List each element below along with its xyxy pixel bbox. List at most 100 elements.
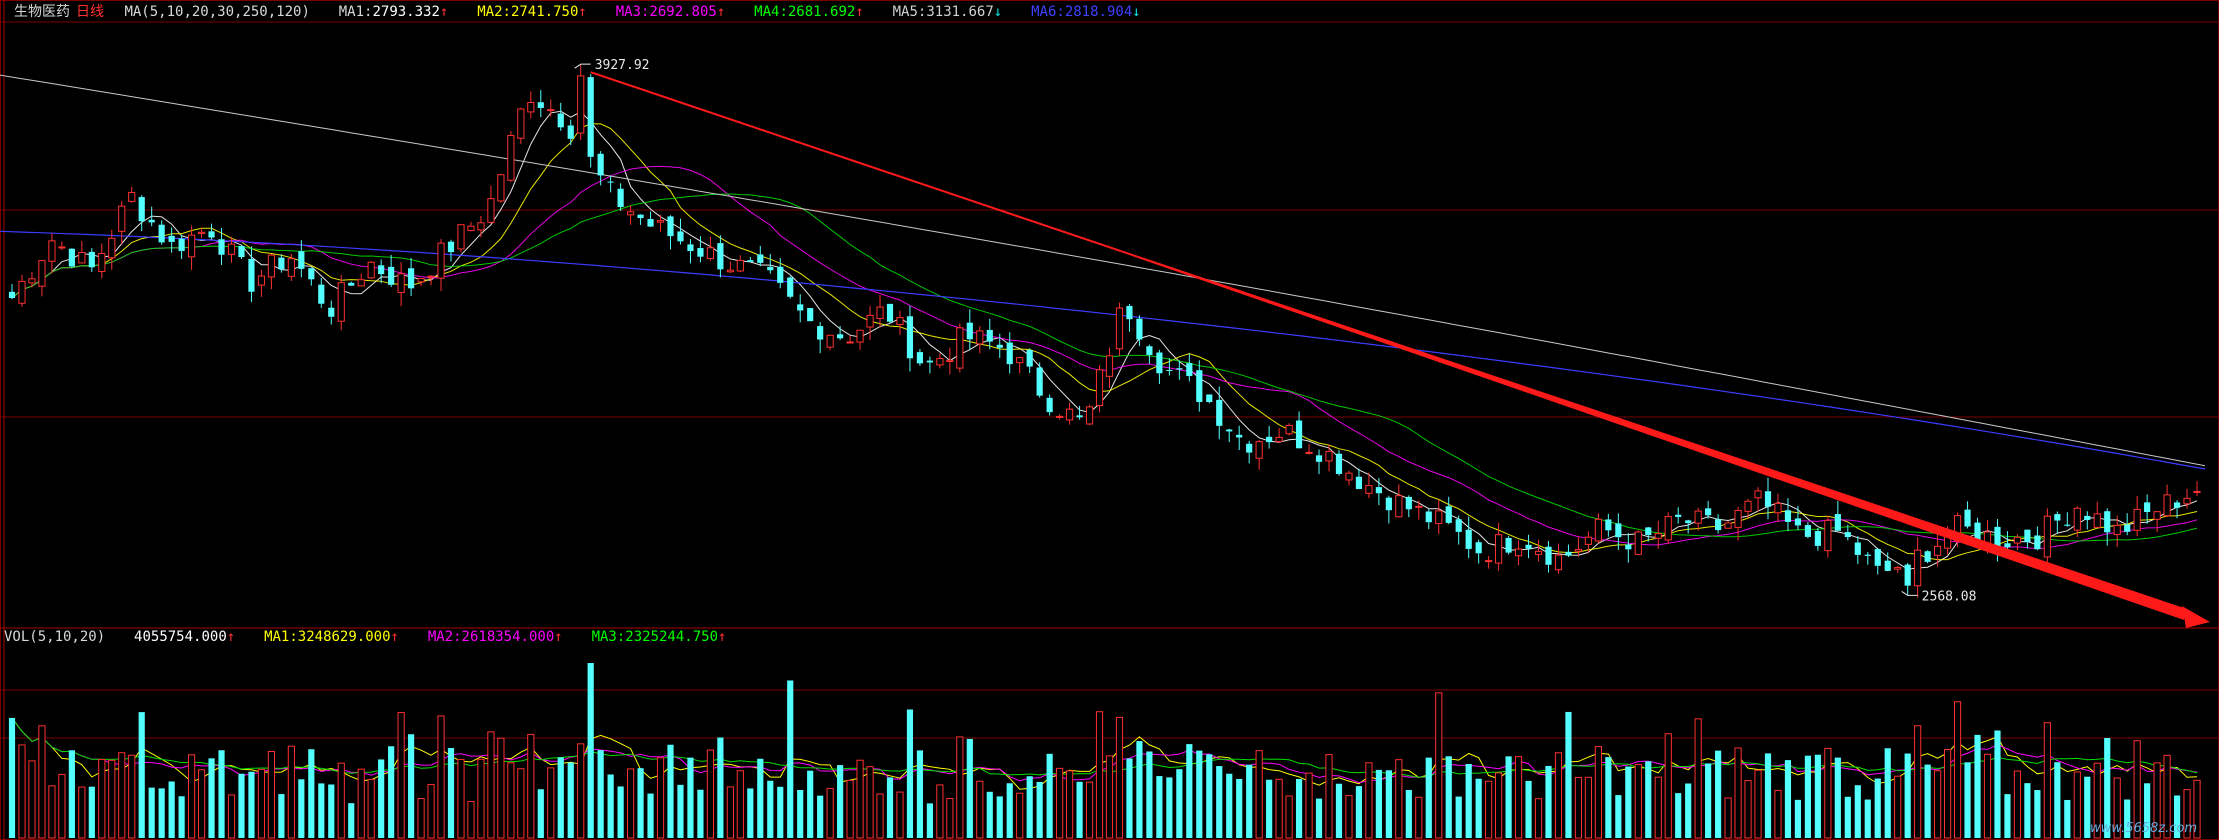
candle-down xyxy=(248,258,255,292)
candle-down xyxy=(687,244,694,252)
candle-up xyxy=(1325,450,1333,462)
candle-up xyxy=(2013,536,2022,544)
vol-ma1-label: MA1: xyxy=(264,629,298,645)
volume-bar-up xyxy=(2013,770,2022,839)
volume-bar-up xyxy=(467,801,475,839)
candle-up xyxy=(507,135,515,181)
volume-bar-up xyxy=(1754,769,1762,839)
volume-bar-down xyxy=(1874,778,1881,838)
volume-bar-down xyxy=(1335,783,1343,838)
volume-bar-up xyxy=(656,757,665,839)
volume-bar-down xyxy=(807,770,814,838)
candle-up xyxy=(18,280,26,304)
volume-bar-up xyxy=(1415,796,1423,839)
volume-bar-up xyxy=(2043,722,2051,839)
candle-down xyxy=(1295,420,1303,449)
volume-bar-up xyxy=(1495,772,1503,839)
volume-bar-up xyxy=(1584,776,1593,839)
volume-bar-up xyxy=(267,750,276,839)
ma-lines xyxy=(0,74,2206,570)
candle-down xyxy=(1804,525,1812,537)
ma3-label: MA3: xyxy=(615,4,650,20)
candle-down xyxy=(1964,509,1971,527)
volume-bar-up xyxy=(197,769,206,839)
candle-down xyxy=(308,268,315,280)
volume-bar-up xyxy=(367,778,375,839)
volume-bar-up xyxy=(976,780,984,839)
volume-bar-down xyxy=(717,737,724,838)
candle-up xyxy=(656,220,665,223)
vol-ma1-arrow: ↑ xyxy=(390,629,399,645)
volume-bar-up xyxy=(1554,752,1563,839)
candle-up xyxy=(1664,516,1672,541)
candle-down xyxy=(1385,497,1392,511)
volume-bar-down xyxy=(1425,757,1432,838)
candle-up xyxy=(1634,531,1642,555)
volume-bar-up xyxy=(1914,725,1922,839)
candle-up xyxy=(1654,533,1662,539)
volume-header: VOL(5,10,20) 4055754.000↑ MA1:3248629.00… xyxy=(4,626,726,648)
candle-down xyxy=(1864,554,1871,556)
volume-bar-up xyxy=(517,768,525,839)
volume-bar-up xyxy=(946,797,954,839)
volume-bar-down xyxy=(248,771,255,838)
candle-down xyxy=(817,326,824,340)
volume-bar-down xyxy=(158,788,165,838)
candle-down xyxy=(1715,519,1722,531)
volume-bar-down xyxy=(1226,773,1233,838)
vol-value: 4055754.000 xyxy=(134,629,227,645)
candle-down xyxy=(1625,544,1632,550)
volume-bar-up xyxy=(866,766,874,839)
candle-up xyxy=(2073,507,2081,531)
volume-bar-down xyxy=(1475,778,1482,838)
candle-down xyxy=(797,304,804,311)
candle-down xyxy=(1126,305,1133,320)
candle-down xyxy=(1006,342,1013,365)
candle-up xyxy=(1734,509,1742,528)
candle-down xyxy=(2104,511,2111,533)
volume-bar-down xyxy=(1136,741,1143,838)
watermark: www.5658z.com xyxy=(2090,821,2197,836)
volume-bar-down xyxy=(1385,770,1392,838)
candle-down xyxy=(757,254,764,263)
ma6-label: MA6: xyxy=(1031,4,1065,20)
frame xyxy=(0,0,2219,840)
kline-chart[interactable]: 3927.92 2568.08 www.5658z.com xyxy=(0,0,2219,840)
candle-down xyxy=(1176,368,1183,370)
candle-down xyxy=(537,102,544,108)
ma6-arrow: ↓ xyxy=(1132,4,1141,20)
candle-up xyxy=(367,261,375,279)
candle-down xyxy=(1266,436,1273,443)
candle-down xyxy=(587,77,594,157)
candle-up xyxy=(1085,406,1094,425)
volume-bar-up xyxy=(108,759,116,839)
candle-up xyxy=(357,279,365,287)
candle-down xyxy=(617,188,624,208)
candle-down xyxy=(298,251,305,269)
candle-up xyxy=(417,278,425,283)
volume-bar-down xyxy=(886,777,894,838)
candle-down xyxy=(218,239,225,255)
volume-bar-up xyxy=(1105,755,1114,839)
volume-bar-down xyxy=(1266,779,1273,838)
candle-up xyxy=(527,102,535,113)
candle-up xyxy=(1065,408,1074,421)
candle-down xyxy=(807,308,814,322)
candle-up xyxy=(1305,451,1313,454)
candle-up xyxy=(427,275,435,278)
volume-bar-down xyxy=(168,781,175,838)
volume-bar-down xyxy=(1784,760,1792,838)
candle-up xyxy=(457,224,465,250)
volume-bar-down xyxy=(1924,764,1931,838)
period-label[interactable]: 日线 xyxy=(76,4,104,20)
volume-bar-down xyxy=(817,795,824,838)
candle-down xyxy=(1465,529,1472,549)
candle-up xyxy=(1934,545,1942,556)
volume-bar-down xyxy=(378,759,385,838)
volume-bar-down xyxy=(926,803,934,838)
candle-down xyxy=(1196,370,1203,402)
volume-bar-up xyxy=(287,745,295,839)
volume-bar-up xyxy=(1943,749,1952,839)
volume-bar-down xyxy=(837,765,844,838)
volume-bar-up xyxy=(427,784,435,839)
